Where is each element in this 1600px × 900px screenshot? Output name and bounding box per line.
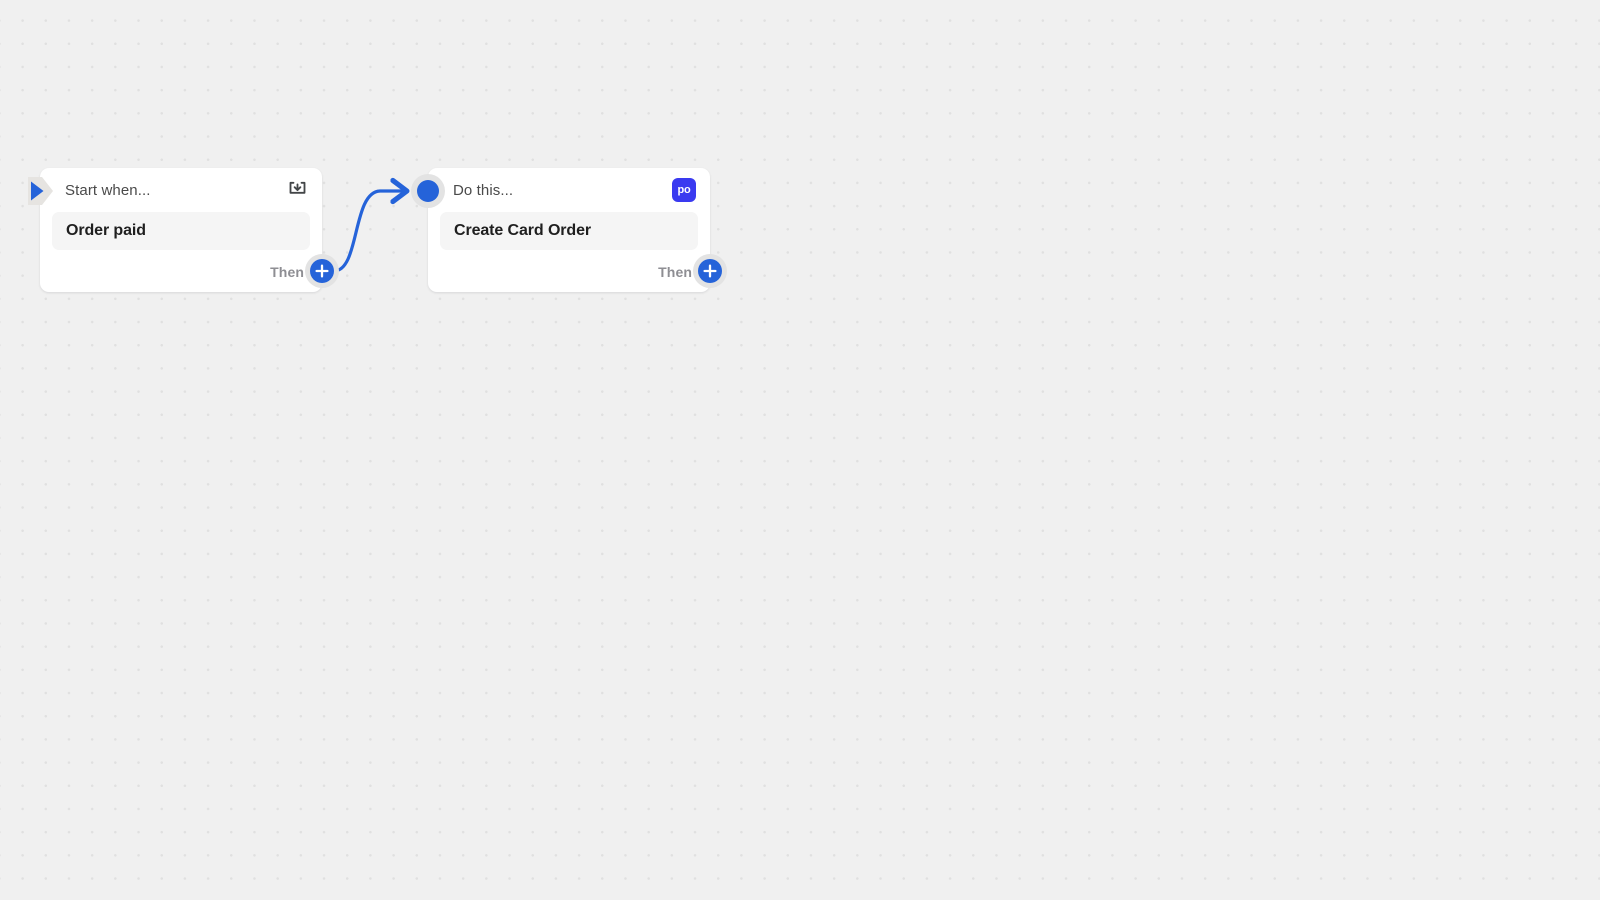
then-label: Then xyxy=(270,264,304,280)
start-marker xyxy=(26,175,56,207)
add-step-button-trigger[interactable] xyxy=(310,259,334,283)
trigger-app-icon-slot[interactable] xyxy=(282,177,308,203)
node-title: Do this... xyxy=(453,181,514,199)
node-step-row-trigger[interactable]: Order paid xyxy=(52,212,310,250)
action-app-icon-slot[interactable]: po xyxy=(670,177,696,203)
plus-icon xyxy=(703,264,717,278)
app-badge-po[interactable]: po xyxy=(672,178,696,202)
node-header-trigger: Start when... xyxy=(40,168,322,212)
workflow-node-trigger[interactable]: Start when... Order paid Then xyxy=(40,168,322,292)
node-title: Start when... xyxy=(65,181,151,199)
node-header-action: Do this... po xyxy=(428,168,710,212)
inbox-download-icon[interactable] xyxy=(287,180,308,201)
add-step-button-action[interactable] xyxy=(698,259,722,283)
then-label: Then xyxy=(658,264,692,280)
node-footer-trigger: Then xyxy=(40,250,322,294)
workflow-canvas[interactable] xyxy=(0,0,1600,900)
node-step-label: Order paid xyxy=(66,222,146,239)
node-step-label: Create Card Order xyxy=(454,222,592,239)
plus-icon xyxy=(315,264,329,278)
node-step-row-action[interactable]: Create Card Order xyxy=(440,212,698,250)
node-footer-action: Then xyxy=(428,250,710,294)
input-port-action[interactable] xyxy=(417,180,439,202)
workflow-node-action[interactable]: Do this... po Create Card Order Then xyxy=(428,168,710,292)
